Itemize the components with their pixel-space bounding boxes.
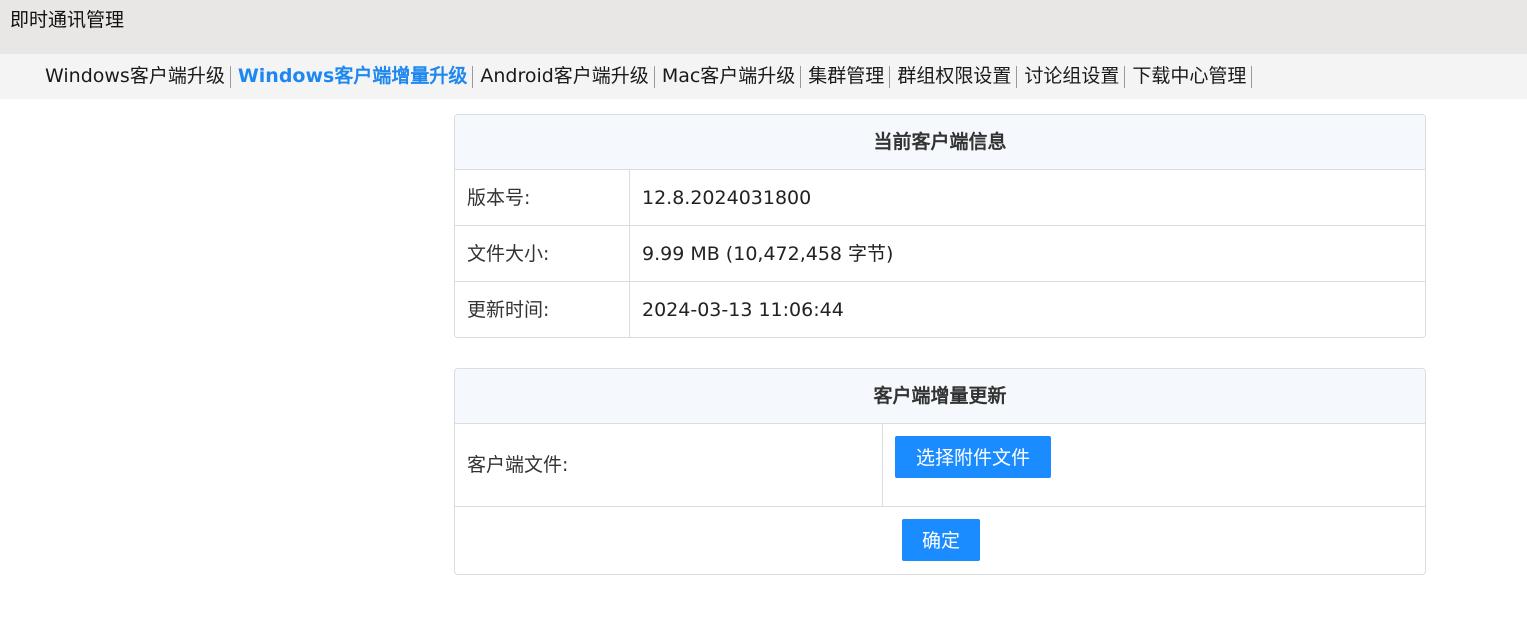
- tab-windows-client-upgrade[interactable]: Windows客户端升级: [45, 64, 225, 89]
- client-file-cell: 选择附件文件: [883, 424, 1051, 506]
- update-time-label: 更新时间:: [455, 282, 630, 337]
- nav-divider: [229, 65, 231, 88]
- nav-divider: [1251, 65, 1253, 88]
- version-label: 版本号:: [455, 170, 630, 225]
- table-row: 版本号: 12.8.2024031800: [455, 170, 1425, 226]
- choose-attachment-button[interactable]: 选择附件文件: [895, 436, 1051, 478]
- nav-divider: [653, 65, 655, 88]
- table-row: 客户端文件: 选择附件文件: [455, 424, 1425, 507]
- nav-divider: [472, 65, 474, 88]
- table-row: 更新时间: 2024-03-13 11:06:44: [455, 282, 1425, 337]
- nav-divider: [889, 65, 891, 88]
- nav-tabs: Windows客户端升级 Windows客户端增量升级 Android客户端升级…: [45, 64, 1259, 89]
- top-nav: Windows客户端升级 Windows客户端增量升级 Android客户端升级…: [0, 54, 1527, 99]
- nav-divider: [1124, 65, 1126, 88]
- table-row: 文件大小: 9.99 MB (10,472,458 字节): [455, 226, 1425, 282]
- file-size-label: 文件大小:: [455, 226, 630, 281]
- tab-discussion-settings[interactable]: 讨论组设置: [1024, 64, 1119, 89]
- confirm-row: 确定: [455, 507, 1425, 574]
- panel-header: 客户端增量更新: [455, 369, 1425, 424]
- tab-windows-incremental-upgrade[interactable]: Windows客户端增量升级: [238, 64, 468, 89]
- confirm-button[interactable]: 确定: [902, 519, 980, 561]
- tab-android-client-upgrade[interactable]: Android客户端升级: [480, 64, 648, 89]
- panel-header: 当前客户端信息: [455, 115, 1425, 170]
- version-value: 12.8.2024031800: [642, 187, 812, 209]
- tab-mac-client-upgrade[interactable]: Mac客户端升级: [662, 64, 795, 89]
- app-title: 即时通讯管理: [10, 9, 125, 31]
- file-size-value: 9.99 MB (10,472,458 字节): [642, 243, 894, 265]
- incremental-update-panel: 客户端增量更新 客户端文件: 选择附件文件 确定: [454, 368, 1426, 575]
- nav-divider: [800, 65, 802, 88]
- update-time-value: 2024-03-13 11:06:44: [642, 299, 844, 321]
- nav-divider: [1016, 65, 1018, 88]
- app-titlebar: 即时通讯管理: [0, 0, 1527, 54]
- tab-download-center[interactable]: 下载中心管理: [1132, 64, 1246, 89]
- current-client-info-panel: 当前客户端信息 版本号: 12.8.2024031800 文件大小: 9.99 …: [454, 114, 1426, 338]
- client-file-label: 客户端文件:: [455, 424, 883, 506]
- tab-cluster-management[interactable]: 集群管理: [808, 64, 884, 89]
- tab-group-permissions[interactable]: 群组权限设置: [897, 64, 1011, 89]
